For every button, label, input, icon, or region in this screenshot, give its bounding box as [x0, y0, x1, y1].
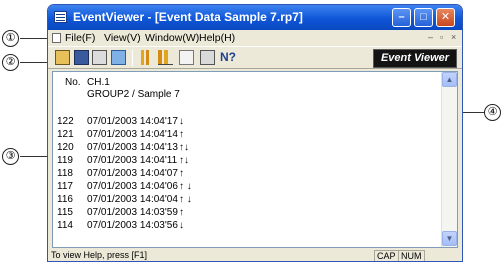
list-item[interactable]: 121 07/01/2003 14:04'14 ↑: [53, 129, 433, 140]
status-bar: To view Help, press [F1] CAP NUM: [48, 249, 462, 261]
monitor-icon[interactable]: [111, 50, 126, 65]
event-number: 115: [57, 207, 73, 218]
toolbar: N? Event Viewer: [48, 46, 462, 69]
list-item[interactable]: 119 07/01/2003 14:04'11 ↑↓: [53, 155, 433, 166]
scroll-up-icon[interactable]: ▲: [442, 72, 457, 87]
event-timestamp: 07/01/2003 14:04'13: [87, 142, 178, 153]
event-number: 121: [57, 129, 74, 140]
event-direction: ↓: [179, 116, 184, 127]
list-item[interactable]: 114 07/01/2003 14:03'56 ↓: [53, 220, 433, 231]
event-timestamp: 07/01/2003 14:04'14: [87, 129, 178, 140]
event-number: 120: [57, 142, 74, 153]
column-header-no: No.: [65, 77, 81, 88]
event-direction: ↑: [179, 168, 184, 179]
menu-bar: File(F) View(V) Window(W) Help(H) – ▫ ×: [48, 30, 462, 46]
callout-1: ①: [2, 30, 19, 47]
event-number: 119: [57, 155, 73, 166]
event-direction: ↑: [179, 129, 184, 140]
status-message: To view Help, press [F1]: [51, 250, 148, 260]
event-number: 122: [57, 116, 74, 127]
mdi-minimize-button[interactable]: –: [428, 32, 433, 42]
open-file-icon[interactable]: [55, 50, 70, 65]
menu-view[interactable]: View(V): [104, 32, 141, 44]
cap-indicator: CAP: [374, 250, 399, 261]
document-icon[interactable]: [52, 33, 61, 43]
list-item[interactable]: 122 07/01/2003 14:04'17 ↓: [53, 116, 433, 127]
histogram-icon[interactable]: [158, 50, 173, 65]
list-item[interactable]: 117 07/01/2003 14:04'06 ↑ ↓: [53, 181, 433, 192]
event-direction: ↑: [179, 207, 184, 218]
menu-window[interactable]: Window(W): [145, 32, 199, 44]
list-item[interactable]: 118 07/01/2003 14:04'07 ↑: [53, 168, 433, 179]
callout-2-leader: [20, 62, 48, 63]
scroll-down-icon[interactable]: ▼: [442, 231, 457, 246]
help-icon[interactable]: N?: [220, 50, 236, 65]
close-button[interactable]: ✕: [436, 8, 455, 27]
mdi-close-button[interactable]: ×: [451, 32, 456, 42]
event-timestamp: 07/01/2003 14:04'06: [87, 181, 178, 192]
event-timestamp: 07/01/2003 14:04'17: [87, 116, 178, 127]
event-timestamp: 07/01/2003 14:04'04: [87, 194, 178, 205]
event-direction: ↑ ↓: [179, 181, 192, 192]
event-viewer-badge: Event Viewer: [373, 49, 457, 68]
list-item[interactable]: 120 07/01/2003 14:04'13 ↑↓: [53, 142, 433, 153]
event-timestamp: 07/01/2003 14:04'11: [87, 155, 178, 166]
event-timestamp: 07/01/2003 14:04'07: [87, 168, 178, 179]
event-number: 117: [57, 181, 73, 192]
toolbar-separator: [132, 50, 133, 66]
column-header-ch1: CH.1: [87, 77, 110, 88]
minimize-button[interactable]: –: [392, 8, 411, 27]
window-title: EventViewer - [Event Data Sample 7.rp7]: [73, 10, 303, 24]
callout-4: ④: [484, 104, 501, 121]
menu-file[interactable]: File(F): [65, 32, 95, 44]
num-indicator: NUM: [398, 250, 425, 261]
event-timestamp: 07/01/2003 14:03'56: [87, 220, 178, 231]
mdi-restore-button[interactable]: ▫: [440, 32, 443, 42]
app-window: EventViewer - [Event Data Sample 7.rp7] …: [47, 4, 463, 262]
print-icon[interactable]: [200, 50, 215, 65]
event-number: 118: [57, 168, 73, 179]
list-item[interactable]: 116 07/01/2003 14:04'04 ↑ ↓: [53, 194, 433, 205]
save-icon[interactable]: [74, 50, 89, 65]
vertical-scrollbar[interactable]: ▲ ▼: [441, 72, 457, 247]
event-direction: ↓: [179, 220, 184, 231]
callout-3: ③: [2, 148, 19, 165]
bar-chart-icon[interactable]: [139, 50, 154, 65]
event-list[interactable]: No. CH.1 GROUP2 / Sample 7 122 07/01/200…: [52, 71, 458, 248]
group-label: GROUP2 / Sample 7: [87, 89, 180, 100]
print-preview-icon[interactable]: [179, 50, 194, 65]
list-item[interactable]: 115 07/01/2003 14:03'59 ↑: [53, 207, 433, 218]
callout-2: ②: [2, 54, 19, 71]
event-number: 116: [57, 194, 73, 205]
title-bar[interactable]: EventViewer - [Event Data Sample 7.rp7] …: [48, 5, 462, 30]
menu-help[interactable]: Help(H): [199, 32, 235, 44]
app-icon[interactable]: [54, 11, 67, 23]
event-direction: ↑↓: [179, 142, 189, 153]
event-timestamp: 07/01/2003 14:03'59: [87, 207, 178, 218]
event-number: 114: [57, 220, 73, 231]
event-direction: ↑↓: [179, 155, 189, 166]
copy-icon[interactable]: [92, 50, 107, 65]
event-direction: ↑ ↓: [179, 194, 192, 205]
maximize-button[interactable]: □: [414, 8, 433, 27]
